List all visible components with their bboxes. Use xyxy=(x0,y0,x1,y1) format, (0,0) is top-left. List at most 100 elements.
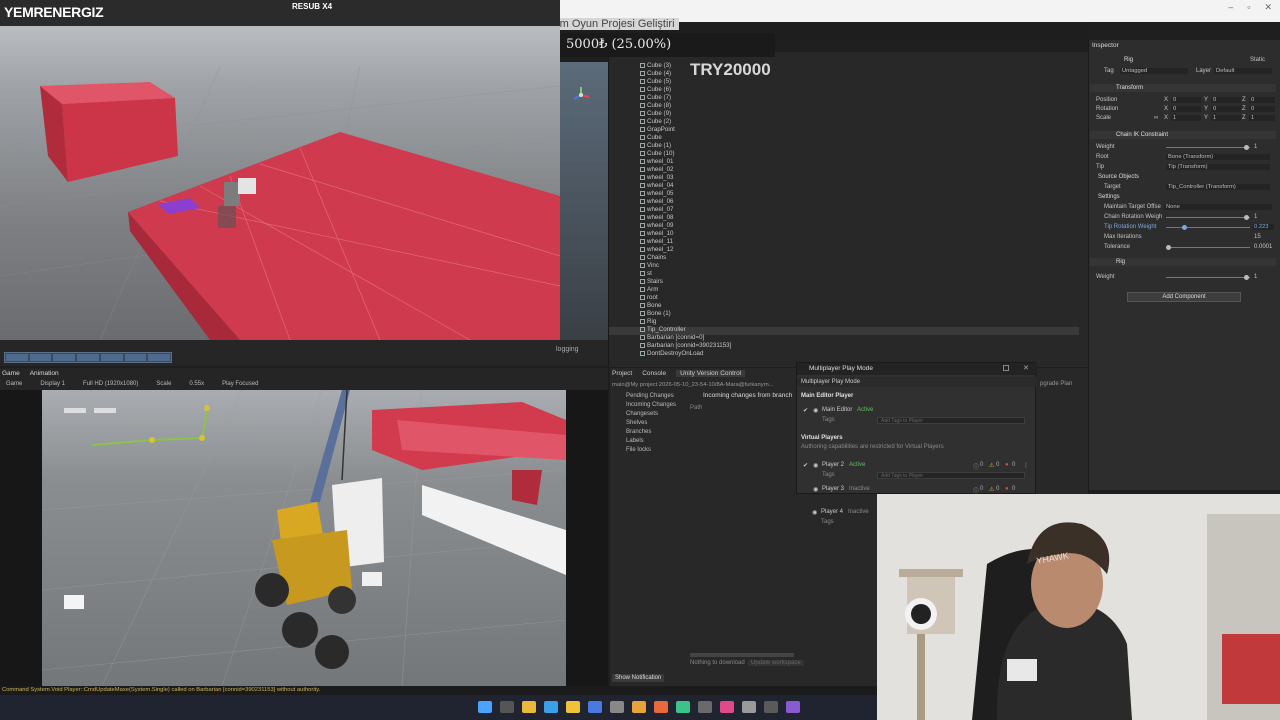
hierarchy-item[interactable]: Barbarian [connid=0] xyxy=(640,334,731,342)
hierarchy-item[interactable]: DontDestroyOnLoad xyxy=(640,350,731,358)
github-icon[interactable] xyxy=(698,701,712,713)
version-control-sidebar[interactable]: Pending Changes Incoming Changes Changeset… xyxy=(626,392,676,455)
weight-value[interactable]: 1 xyxy=(1254,144,1257,150)
scale-z-field[interactable]: 1 xyxy=(1249,115,1275,121)
source-objects-label[interactable]: Source Objects xyxy=(1098,174,1139,180)
start-menu-icon[interactable] xyxy=(478,701,492,713)
tab-unity-version-control[interactable]: Unity Version Control xyxy=(676,370,746,377)
app-icon[interactable] xyxy=(676,701,690,713)
rig-weight-handle[interactable] xyxy=(1244,275,1249,280)
maintain-offset-dropdown[interactable]: None xyxy=(1164,204,1272,210)
hierarchy-item[interactable]: Cube (10) xyxy=(640,150,731,158)
tab-animation[interactable]: Animation xyxy=(30,370,59,377)
chain-rotation-handle[interactable] xyxy=(1244,215,1249,220)
player2-tags-field[interactable]: Add Tags to Player xyxy=(877,472,1025,479)
target-field[interactable]: Tip_Controller (Transform) xyxy=(1166,184,1270,190)
hierarchy-item[interactable]: Vinc xyxy=(640,262,731,270)
tip-rotation-slider[interactable] xyxy=(1166,227,1250,228)
chain-rotation-slider[interactable] xyxy=(1166,217,1250,218)
chrome-icon[interactable] xyxy=(632,701,646,713)
hierarchy-item[interactable]: Cube (2) xyxy=(640,118,731,126)
tag-dropdown[interactable]: Untagged xyxy=(1120,68,1188,74)
vc-sidebar-item[interactable]: File locks xyxy=(626,446,676,455)
scale-link-icon[interactable]: ∞ xyxy=(1154,115,1158,121)
edge-icon[interactable] xyxy=(544,701,558,713)
tab-game[interactable]: Game xyxy=(2,370,20,377)
hierarchy-item[interactable]: wheel_03 xyxy=(640,174,731,182)
hierarchy-item[interactable]: wheel_08 xyxy=(640,214,731,222)
hierarchy-item[interactable]: wheel_02 xyxy=(640,166,731,174)
path-column-header[interactable]: Path xyxy=(690,405,702,411)
hierarchy-item[interactable]: Arm xyxy=(640,286,731,294)
hand-tool-icon[interactable] xyxy=(6,354,28,361)
resolution-dropdown[interactable]: Full HD (1920x1080) xyxy=(83,381,138,387)
main-editor-tags-field[interactable]: Add Tags to Player xyxy=(877,417,1025,424)
console-status-message[interactable]: Command System.Void Player::CmdUpdateMax… xyxy=(2,687,320,693)
hierarchy-item[interactable]: Cube (7) xyxy=(640,94,731,102)
vc-sidebar-item[interactable]: Incoming Changes xyxy=(626,401,676,410)
horizontal-scrollbar[interactable] xyxy=(690,653,794,657)
max-iterations-value[interactable]: 15 xyxy=(1254,234,1261,240)
vc-sidebar-item[interactable]: Branches xyxy=(626,428,676,437)
weight-slider[interactable] xyxy=(1166,147,1250,148)
custom-tool-icon[interactable] xyxy=(148,354,171,361)
hierarchy-item[interactable]: Tip_Controller xyxy=(640,326,731,334)
scale-x-field[interactable]: 1 xyxy=(1171,115,1201,121)
rotation-z-field[interactable]: 0 xyxy=(1249,106,1275,112)
close-icon[interactable]: ✕ xyxy=(1264,2,1272,13)
hierarchy-list[interactable]: Cube (3) Cube (4) Cube (5) Cube (6) Cube (7)… xyxy=(640,62,731,358)
show-notification-button[interactable]: Show Notification xyxy=(612,674,665,682)
hierarchy-item[interactable]: wheel_12 xyxy=(640,246,731,254)
update-workspace-button[interactable]: Update workspace xyxy=(748,660,804,666)
hierarchy-item[interactable]: Bone xyxy=(640,302,731,310)
visual-studio-icon[interactable] xyxy=(786,701,800,713)
rotation-x-field[interactable]: 0 xyxy=(1171,106,1201,112)
add-component-button[interactable]: Add Component xyxy=(1127,292,1241,302)
layer-dropdown[interactable]: Default xyxy=(1214,68,1272,74)
settings-icon[interactable] xyxy=(610,701,624,713)
hierarchy-item[interactable]: wheel_10 xyxy=(640,230,731,238)
display-dropdown[interactable]: Display 1 xyxy=(40,381,65,387)
vc-sidebar-item[interactable]: Labels xyxy=(626,437,676,446)
rotate-tool-icon[interactable] xyxy=(53,354,76,361)
minimize-icon[interactable]: – xyxy=(1228,2,1233,13)
tab-project[interactable]: Project xyxy=(612,370,632,377)
rig-weight-slider[interactable] xyxy=(1166,277,1250,278)
vc-sidebar-item[interactable]: Pending Changes xyxy=(626,392,676,401)
game-view[interactable] xyxy=(42,390,566,686)
transform-tool-icon[interactable] xyxy=(124,354,147,361)
maximize-icon[interactable]: ▫ xyxy=(1247,2,1250,13)
unity-icon[interactable] xyxy=(742,701,756,713)
player2-checkbox[interactable]: ✔ xyxy=(803,462,808,469)
search-icon[interactable] xyxy=(500,701,514,713)
tab-inspector[interactable]: Inspector xyxy=(1092,42,1119,49)
hierarchy-item[interactable]: root xyxy=(640,294,731,302)
rect-tool-icon[interactable] xyxy=(100,354,123,361)
unity-hub-icon[interactable] xyxy=(764,701,778,713)
vc-sidebar-item[interactable]: Changesets xyxy=(626,410,676,419)
hierarchy-item[interactable]: Cube (1) xyxy=(640,142,731,150)
position-z-field[interactable]: 0 xyxy=(1249,97,1275,103)
hierarchy-item[interactable]: wheel_04 xyxy=(640,182,731,190)
rotation-y-field[interactable]: 0 xyxy=(1211,106,1241,112)
tab-multiplayer-play-mode[interactable]: Multiplayer Play Mode xyxy=(801,379,860,385)
position-x-field[interactable]: 0 xyxy=(1171,97,1201,103)
hierarchy-item[interactable]: Barbarian [connid=390231153] xyxy=(640,342,731,350)
maximize-window-icon[interactable] xyxy=(1003,365,1009,371)
file-explorer-icon[interactable] xyxy=(566,701,580,713)
hierarchy-item[interactable]: wheel_01 xyxy=(640,158,731,166)
scale-y-field[interactable]: 1 xyxy=(1211,115,1241,121)
scale-value[interactable]: 0.55x xyxy=(189,381,204,387)
tip-field[interactable]: Tip (Transform) xyxy=(1166,164,1270,170)
static-label[interactable]: Static xyxy=(1250,57,1265,63)
orientation-gizmo-icon[interactable] xyxy=(572,86,590,104)
hierarchy-item[interactable]: Cube (8) xyxy=(640,102,731,110)
object-name[interactable]: Rig xyxy=(1124,57,1133,63)
game-dropdown[interactable]: Game xyxy=(6,381,22,387)
hierarchy-item[interactable]: Cube (9) xyxy=(640,110,731,118)
tolerance-value[interactable]: 0.0001 xyxy=(1254,244,1272,250)
obs-icon[interactable] xyxy=(720,701,734,713)
close-window-icon[interactable]: ✕ xyxy=(1023,364,1029,372)
hierarchy-item[interactable]: Stairs xyxy=(640,278,731,286)
firefox-icon[interactable] xyxy=(654,701,668,713)
